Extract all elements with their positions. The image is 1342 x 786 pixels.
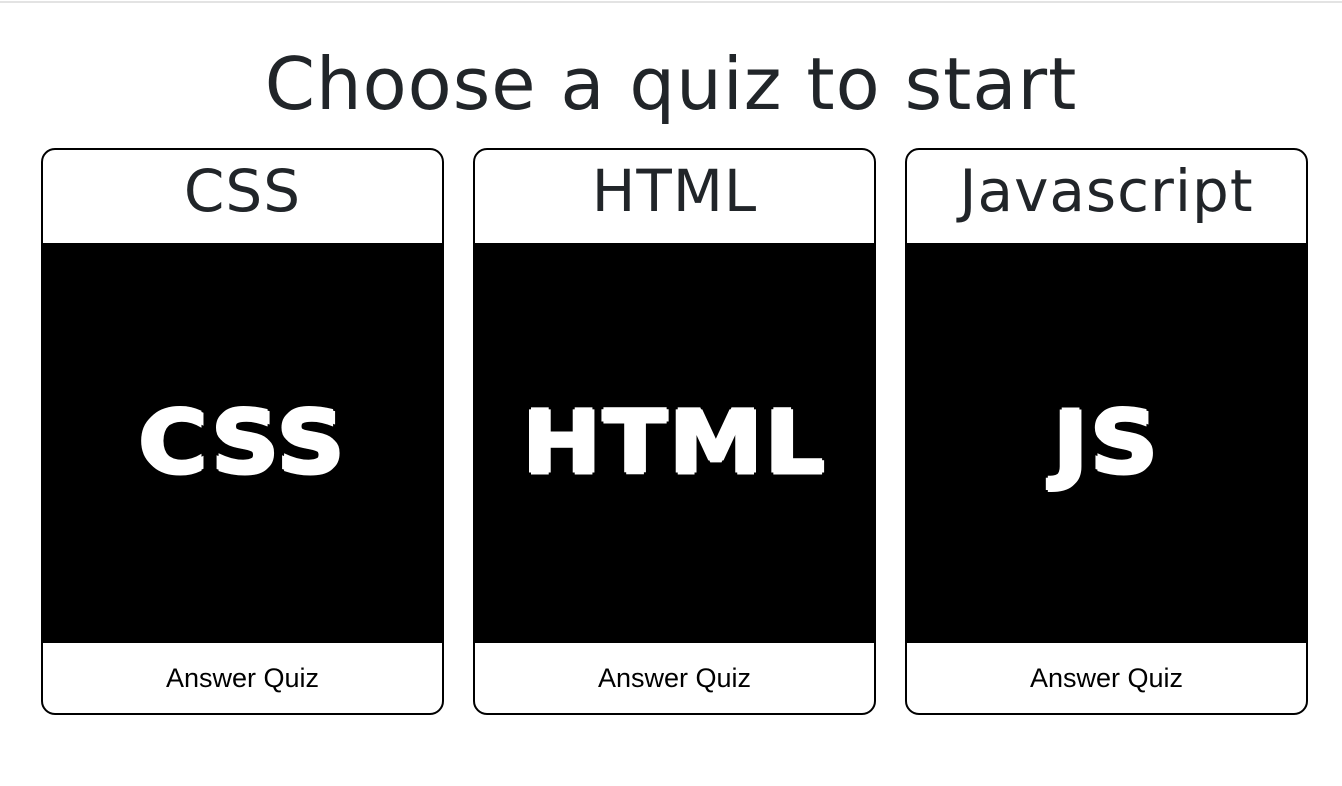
page-title: Choose a quiz to start xyxy=(264,42,1078,126)
answer-quiz-link[interactable]: Answer Quiz xyxy=(475,643,874,713)
quiz-card-image[interactable]: HTML xyxy=(475,243,874,643)
answer-quiz-link[interactable]: Answer Quiz xyxy=(43,643,442,713)
quiz-card-html[interactable]: HTML HTML Answer Quiz xyxy=(473,148,876,715)
quiz-card-list: CSS CSS Answer Quiz HTML HTML Answer Qui… xyxy=(41,148,1309,715)
html-logo-text: HTML xyxy=(522,392,827,494)
quiz-card-javascript[interactable]: Javascript JS Answer Quiz xyxy=(905,148,1308,715)
quiz-card-title: HTML xyxy=(591,157,758,225)
quiz-card-title: CSS xyxy=(183,157,302,225)
answer-quiz-link[interactable]: Answer Quiz xyxy=(907,643,1306,713)
quiz-card-css[interactable]: CSS CSS Answer Quiz xyxy=(41,148,444,715)
quiz-card-image[interactable]: CSS xyxy=(43,243,442,643)
quiz-card-title: Javascript xyxy=(959,157,1254,225)
js-logo-text: JS xyxy=(1053,392,1160,494)
quiz-card-image[interactable]: JS xyxy=(907,243,1306,643)
top-divider xyxy=(0,0,1342,3)
css-logo-text: CSS xyxy=(138,392,347,494)
